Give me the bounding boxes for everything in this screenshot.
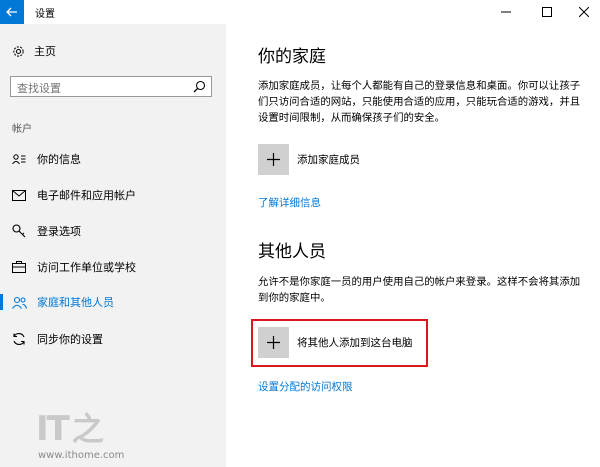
- section-label-accounts: 帐户: [12, 124, 32, 135]
- red-highlight-box: [251, 319, 428, 367]
- mail-icon: [11, 187, 27, 203]
- sidebar-item-work-school[interactable]: 访问工作单位或学校: [0, 255, 226, 279]
- sidebar-item-sync-settings[interactable]: 同步你的设置: [0, 327, 226, 351]
- sidebar-item-family-others[interactable]: 家庭和其他人员: [0, 290, 226, 314]
- family-description: 添加家庭成员，让每个人都能有自己的登录信息和桌面。你可以让孩子们只访问合适的网站…: [258, 80, 581, 124]
- assigned-access-link[interactable]: 设置分配的访问权限: [258, 379, 353, 394]
- family-section-title: 你的家庭: [258, 47, 326, 67]
- learn-more-link[interactable]: 了解详细信息: [258, 195, 321, 210]
- search-icon[interactable]: [193, 80, 206, 93]
- sidebar-item-label: 登录选项: [37, 225, 81, 238]
- search-input[interactable]: [11, 79, 187, 98]
- maximize-icon: [542, 7, 552, 17]
- search-box[interactable]: [10, 76, 212, 98]
- minimize-icon: [501, 11, 511, 13]
- briefcase-icon: [11, 259, 27, 275]
- sidebar-item-label: 访问工作单位或学校: [37, 261, 136, 274]
- sidebar-item-label: 电子邮件和应用帐户: [37, 189, 136, 202]
- sidebar-item-label: 家庭和其他人员: [37, 296, 114, 309]
- people-icon: [11, 294, 27, 310]
- key-icon: [11, 223, 27, 239]
- watermark-logo: IT 之: [36, 409, 104, 449]
- other-people-description: 允许不是你家庭一员的用户使用自己的帐户来登录。这样不会将其添加到你的家庭中。: [258, 276, 581, 304]
- close-icon: [579, 7, 589, 17]
- add-family-member-button[interactable]: 添加家庭成员: [258, 144, 360, 175]
- sidebar-item-label: 你的信息: [37, 153, 81, 166]
- active-indicator: [0, 294, 3, 310]
- watermark-url: www.ithome.com: [38, 450, 125, 461]
- maximize-button[interactable]: [531, 0, 563, 24]
- window-title: 设置: [35, 9, 55, 20]
- minimize-button[interactable]: [490, 0, 522, 24]
- sidebar: 主页 帐户 你的信息 电子邮件和应用帐户: [0, 24, 226, 467]
- close-button[interactable]: [568, 0, 600, 24]
- gear-icon: [13, 45, 24, 57]
- sidebar-item-email-accounts[interactable]: 电子邮件和应用帐户: [0, 183, 226, 207]
- plus-icon: [267, 153, 280, 166]
- person-card-icon: [11, 151, 27, 167]
- ithome-watermark: IT 之 www.ithome.com: [36, 412, 124, 461]
- plus-tile: [258, 144, 289, 175]
- sidebar-item-label: 同步你的设置: [37, 333, 103, 346]
- other-people-section-title: 其他人员: [258, 242, 326, 262]
- sidebar-item-sign-in-options[interactable]: 登录选项: [0, 219, 226, 243]
- back-arrow-icon: [6, 7, 17, 17]
- title-bar: 设置: [0, 0, 600, 24]
- back-button[interactable]: [0, 0, 24, 24]
- sync-icon: [11, 331, 27, 347]
- add-family-member-label: 添加家庭成员: [297, 154, 360, 166]
- home-nav-item[interactable]: 主页: [12, 43, 56, 59]
- home-label: 主页: [34, 45, 56, 58]
- sidebar-item-your-info[interactable]: 你的信息: [0, 147, 226, 171]
